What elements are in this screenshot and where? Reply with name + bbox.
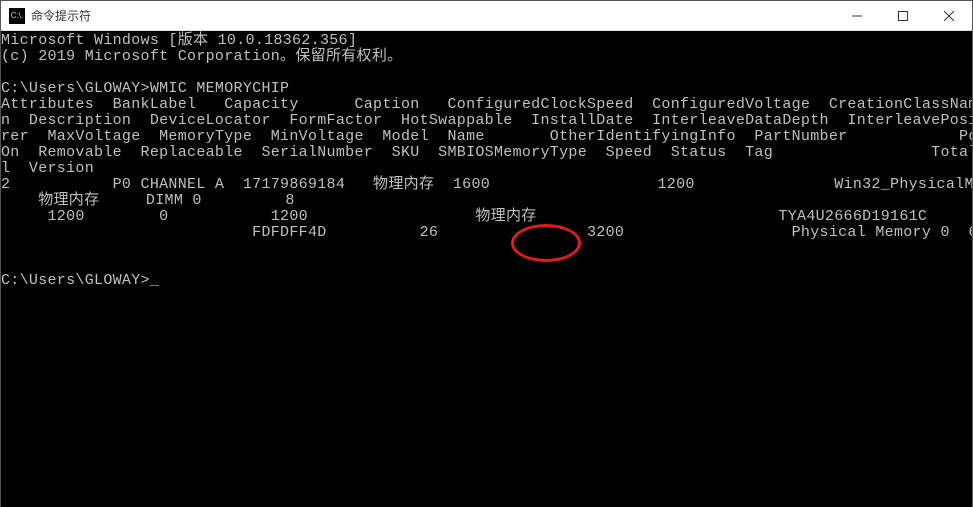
line-version: Microsoft Windows [版本 10.0.18362.356]	[1, 32, 357, 49]
cmd-icon: C:\.	[9, 8, 25, 24]
cursor: _	[150, 272, 159, 289]
terminal-output[interactable]: Microsoft Windows [版本 10.0.18362.356] (c…	[1, 31, 972, 507]
line-data: 物理内存 DIMM 0 8 Unknown	[1, 192, 972, 209]
line-header: l Version	[1, 160, 94, 177]
maximize-button[interactable]	[880, 1, 926, 31]
line-prompt-cmd: C:\Users\GLOWAY>WMIC MEMORYCHIP	[1, 80, 289, 97]
line-prompt: C:\Users\GLOWAY>	[1, 272, 150, 289]
line-header: On Removable Replaceable SerialNumber SK…	[1, 144, 972, 161]
line-copyright: (c) 2019 Microsoft Corporation。保留所有权利。	[1, 48, 402, 65]
line-header: rer MaxVoltage MemoryType MinVoltage Mod…	[1, 128, 972, 145]
line-data: 2 P0 CHANNEL A 17179869184 物理内存 1600 120…	[1, 176, 972, 193]
window-title: 命令提示符	[31, 7, 834, 24]
line-data: FDFDFF4D 26 3200 Physical Memory 0 64 16…	[1, 224, 972, 241]
close-button[interactable]	[926, 1, 972, 31]
line-header: Attributes BankLabel Capacity Caption Co…	[1, 96, 972, 113]
line-data: 1200 0 1200 物理内存 TYA4U2666D19161C	[1, 208, 927, 225]
window-titlebar: C:\. 命令提示符	[1, 1, 972, 31]
line-header: n Description DeviceLocator FormFactor H…	[1, 112, 972, 129]
minimize-button[interactable]	[834, 1, 880, 31]
